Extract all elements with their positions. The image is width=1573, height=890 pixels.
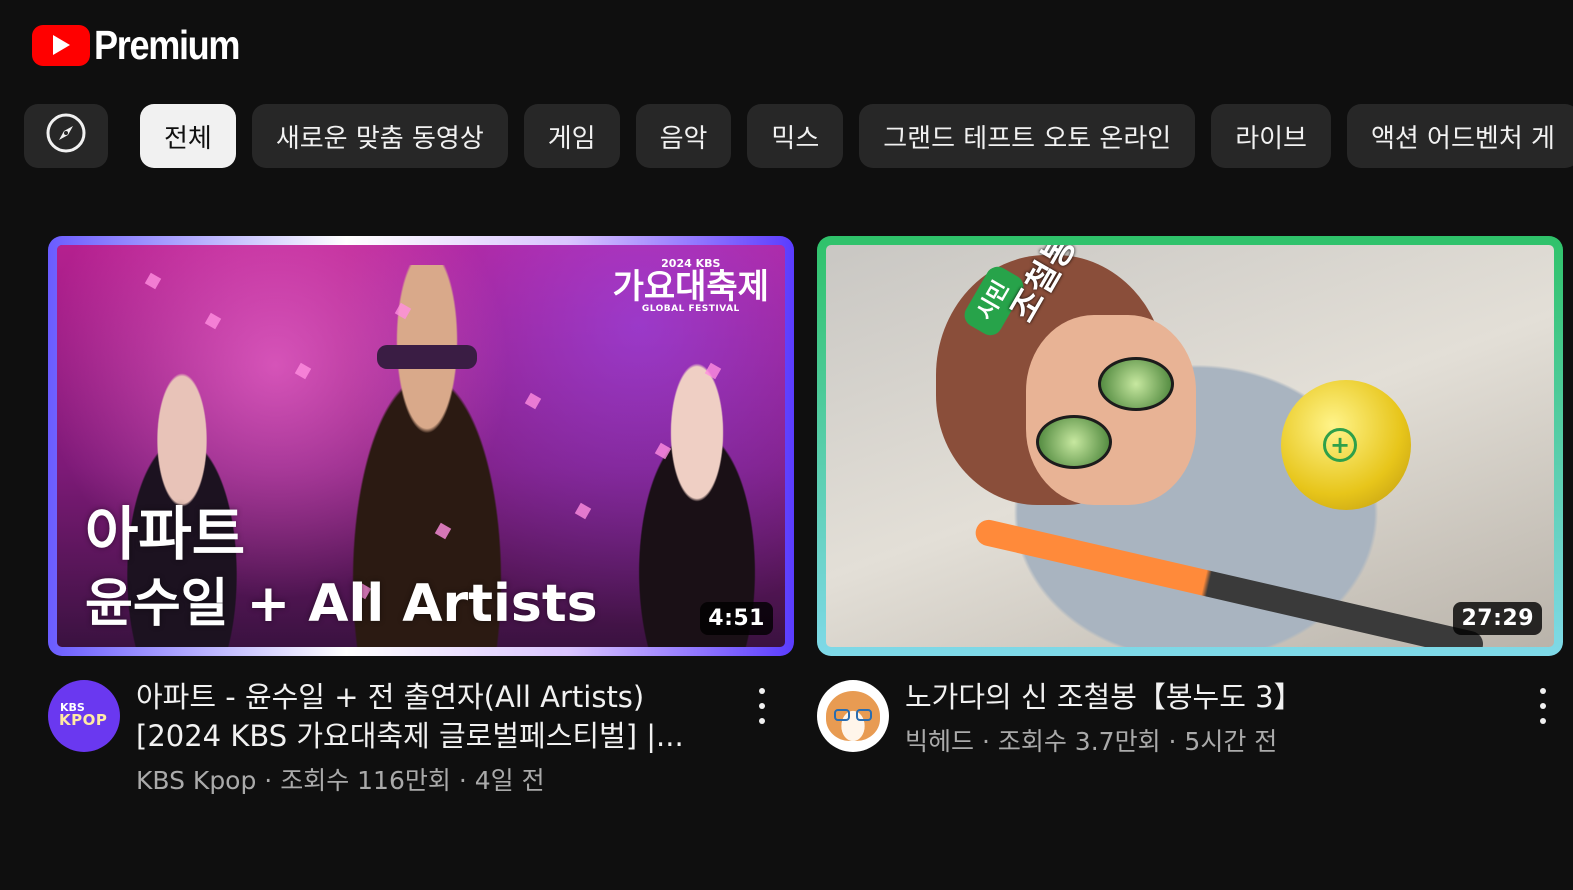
channel-name[interactable]: 빅헤드 xyxy=(905,727,974,756)
more-vert-icon[interactable] xyxy=(1533,688,1553,724)
channel-avatar[interactable] xyxy=(817,680,889,752)
video-subline: KBS Kpop · 조회수 116만회 · 4일 전 xyxy=(136,764,794,798)
explore-button[interactable] xyxy=(24,104,108,168)
view-count: 조회수 3.7만회 xyxy=(997,727,1161,756)
shiba-dog-icon xyxy=(826,691,880,741)
video-meta: 노가다의 신 조철봉【봉누도 3】 빅헤드 · 조회수 3.7만회 · 5시간 … xyxy=(817,678,1563,759)
video-text: 노가다의 신 조철봉【봉누도 3】 빅헤드 · 조회수 3.7만회 · 5시간 … xyxy=(905,678,1563,759)
header-logo[interactable]: Premium xyxy=(32,22,259,68)
chip-gta-online[interactable]: 그랜드 테프트 오토 온라인 xyxy=(859,104,1196,168)
channel-name[interactable]: KBS Kpop xyxy=(136,766,256,795)
filter-chip-bar: 전체 새로운 맞춤 동영상 게임 음악 믹스 그랜드 테프트 오토 온라인 라이… xyxy=(24,104,1573,168)
brand-premium-label: Premium xyxy=(94,22,240,68)
duration-badge: 27:29 xyxy=(1453,602,1542,635)
chip-all[interactable]: 전체 xyxy=(140,104,236,168)
compass-icon xyxy=(45,112,87,161)
thumbnail-character-face xyxy=(1026,315,1196,505)
chip-games[interactable]: 게임 xyxy=(523,104,620,168)
youtube-play-icon xyxy=(32,24,90,66)
plus-circle-icon: + xyxy=(1323,428,1357,462)
video-card[interactable]: + 시민 조철봉 27:29 노가다의 신 조철봉【봉누도 3】 빅헤드 · 조… xyxy=(817,236,1563,759)
upload-age: 5시간 전 xyxy=(1184,727,1278,756)
youtube-home-page: Premium 전체 새로운 맞춤 동영상 게임 음악 믹스 그랜드 테프트 오… xyxy=(0,0,1573,890)
chip-action-adventure[interactable]: 액션 어드벤처 게 xyxy=(1346,104,1573,168)
upload-age: 4일 전 xyxy=(474,766,545,795)
video-thumbnail[interactable]: 2024 KBS 가요대축제 GLOBAL FESTIVAL 아파트 윤수일 +… xyxy=(48,236,794,656)
video-text: 아파트 - 윤수일 + 전 출연자(All Artists) [2024 KBS… xyxy=(136,678,794,798)
thumbnail-sunglasses xyxy=(1036,415,1112,469)
video-title[interactable]: 노가다의 신 조철봉【봉누도 3】 xyxy=(905,678,1563,717)
video-card[interactable]: 2024 KBS 가요대축제 GLOBAL FESTIVAL 아파트 윤수일 +… xyxy=(48,236,794,798)
thumbnail-overlay-title: 아파트 xyxy=(85,500,246,568)
chip-live[interactable]: 라이브 xyxy=(1211,104,1331,168)
view-count: 조회수 116만회 xyxy=(280,766,451,795)
meta-separator: · xyxy=(256,766,281,795)
thumbnail-sunglasses xyxy=(1098,357,1174,411)
thumbnail-sunglasses xyxy=(377,345,477,369)
festival-logo: 2024 KBS 가요대축제 GLOBAL FESTIVAL xyxy=(612,257,769,314)
video-meta: KBS KPOP 아파트 - 윤수일 + 전 출연자(All Artists) … xyxy=(48,678,794,798)
more-vert-icon[interactable] xyxy=(752,688,772,724)
video-title[interactable]: 아파트 - 윤수일 + 전 출연자(All Artists) [2024 KBS… xyxy=(136,678,794,756)
video-subline: 빅헤드 · 조회수 3.7만회 · 5시간 전 xyxy=(905,725,1563,759)
duration-badge: 4:51 xyxy=(700,602,773,635)
meta-separator: · xyxy=(450,766,475,795)
channel-avatar[interactable]: KBS KPOP xyxy=(48,680,120,752)
meta-separator: · xyxy=(974,727,998,756)
chip-music[interactable]: 음악 xyxy=(635,104,732,168)
chip-new-recommended[interactable]: 새로운 맞춤 동영상 xyxy=(251,104,508,168)
video-thumbnail[interactable]: + 시민 조철봉 27:29 xyxy=(817,236,1563,656)
thumbnail-billiard-ball: + xyxy=(1281,380,1411,510)
chip-mix[interactable]: 믹스 xyxy=(747,104,844,168)
meta-separator: · xyxy=(1160,727,1185,756)
thumbnail-overlay-subtitle: 윤수일 + All Artists xyxy=(85,574,598,634)
